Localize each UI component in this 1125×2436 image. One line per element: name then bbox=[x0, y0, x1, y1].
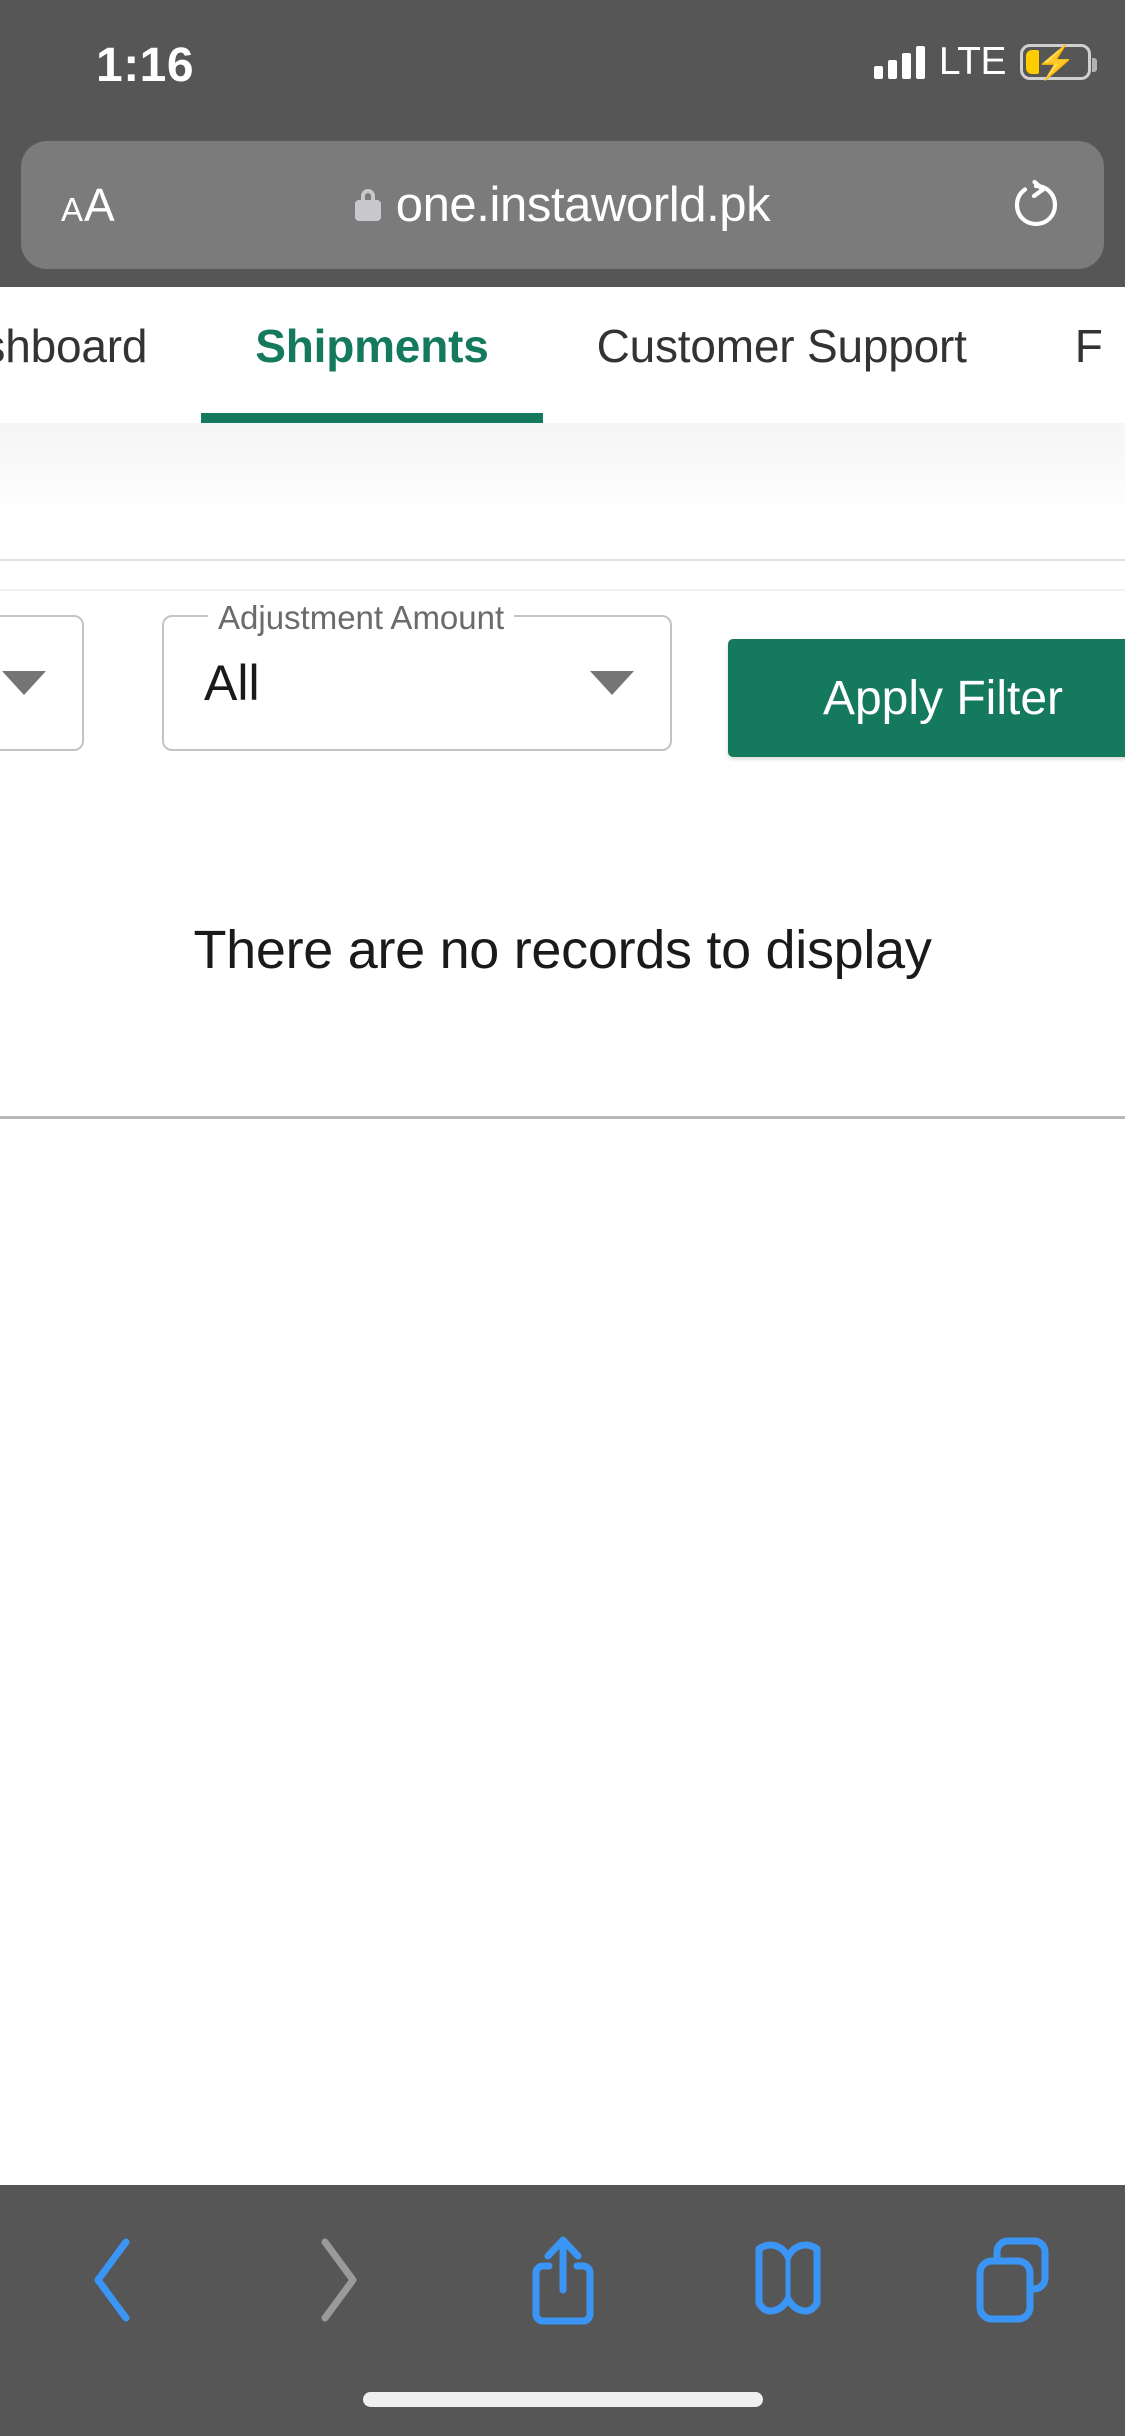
adjustment-amount-value: All bbox=[204, 655, 260, 711]
url-text: one.instaworld.pk bbox=[395, 178, 771, 232]
back-button[interactable] bbox=[0, 2185, 225, 2375]
chevron-down-icon bbox=[590, 671, 634, 695]
panel-toolbar-area bbox=[0, 423, 1125, 559]
tab-customer-support-label: Customer Support bbox=[596, 320, 967, 372]
status-bar-indicators: LTE ⚡ bbox=[873, 36, 1097, 88]
page-blank-area bbox=[0, 1119, 1125, 2144]
bookmarks-button[interactable] bbox=[675, 2185, 900, 2375]
cellular-signal-icon bbox=[873, 45, 925, 79]
tab-dashboard-label: Dashboard bbox=[0, 320, 148, 372]
battery-charging-icon: ⚡ bbox=[1020, 44, 1097, 80]
filter-spacer-top bbox=[0, 561, 1125, 589]
url-bar[interactable]: A A one.instaworld.pk bbox=[21, 141, 1104, 269]
lock-icon bbox=[354, 189, 381, 221]
home-indicator bbox=[362, 2392, 763, 2407]
reload-icon[interactable] bbox=[1010, 179, 1062, 231]
records-empty-state: There are no records to display bbox=[0, 771, 1125, 1116]
web-page-content: Dashboard Shipments Customer Support F bbox=[0, 287, 1125, 2185]
filter-row: Adjustment Amount All Apply Filter bbox=[0, 591, 1125, 771]
tab-shipments[interactable]: Shipments bbox=[201, 287, 543, 423]
phone-screen: 1:16 LTE ⚡ A A one.instaworld.pk hboard … bbox=[0, 0, 1125, 2436]
share-icon bbox=[532, 2236, 593, 2325]
tab-partial-next-label: F bbox=[1074, 320, 1103, 372]
filter-select-partial[interactable] bbox=[0, 615, 84, 751]
book-icon bbox=[755, 2241, 820, 2315]
tabs-icon bbox=[976, 2237, 1048, 2323]
url-display[interactable]: one.instaworld.pk bbox=[21, 177, 1104, 233]
tabs-button[interactable] bbox=[900, 2185, 1125, 2375]
empty-state-message: There are no records to display bbox=[193, 920, 932, 980]
browser-bottom-toolbar bbox=[0, 2185, 1125, 2436]
tab-customer-support[interactable]: Customer Support bbox=[543, 287, 1021, 423]
network-type-label: LTE bbox=[938, 40, 1007, 83]
status-bar: 1:16 LTE ⚡ bbox=[0, 0, 1125, 143]
share-button[interactable] bbox=[450, 2185, 675, 2375]
adjustment-amount-label: Adjustment Amount bbox=[208, 599, 515, 637]
tab-shipments-label: Shipments bbox=[255, 320, 489, 372]
forward-button bbox=[225, 2185, 450, 2375]
status-bar-time: 1:16 bbox=[96, 39, 195, 92]
browser-url-bar-container: A A one.instaworld.pk bbox=[0, 141, 1125, 287]
apply-filter-button[interactable]: Apply Filter bbox=[728, 639, 1125, 757]
chevron-down-icon bbox=[2, 671, 46, 695]
shipments-panel: Adjustment Amount All Apply Filter There… bbox=[0, 423, 1125, 2144]
tab-partial-next[interactable]: F bbox=[1021, 287, 1125, 423]
chevron-right-icon bbox=[321, 2238, 356, 2322]
chevron-left-icon bbox=[94, 2238, 129, 2322]
site-nav-tabs: Dashboard Shipments Customer Support F bbox=[0, 287, 1125, 423]
adjustment-amount-select[interactable]: Adjustment Amount All bbox=[162, 599, 672, 751]
tab-dashboard[interactable]: Dashboard bbox=[0, 287, 201, 423]
